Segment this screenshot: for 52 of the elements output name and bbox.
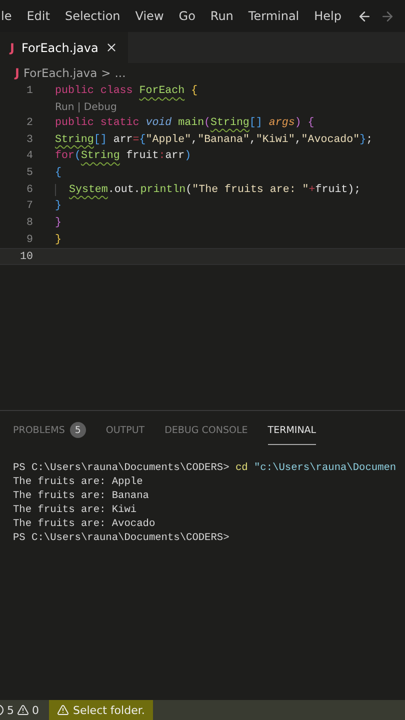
code-line: } [55, 217, 62, 230]
terminal-line: The fruits are: Avocado [13, 517, 156, 531]
line-number: 2 [26, 117, 33, 130]
count-badge: 5 [70, 422, 86, 438]
warning-icon [57, 704, 69, 716]
line-number: 6 [26, 184, 33, 196]
code-line: } [55, 200, 62, 212]
breadcrumb-separator: > [101, 66, 111, 80]
terminal-line: The fruits are: Apple [13, 475, 144, 489]
line-number: 9 [26, 234, 33, 246]
error-count[interactable]: 5 [7, 704, 14, 716]
menu-item[interactable]: le [1, 9, 12, 23]
terminal-line: The fruits are: Kiwi [13, 503, 138, 517]
java-file-icon: J [10, 40, 14, 54]
code-line: public class ForEach { [55, 85, 198, 98]
code-line: } [55, 234, 62, 246]
menu-item[interactable]: View [135, 9, 164, 23]
line-number: 7 [26, 200, 33, 212]
line-number: 8 [26, 217, 33, 230]
panel-tab[interactable]: DEBUG CONSOLE [164, 422, 248, 445]
menu-item[interactable]: Go [178, 9, 196, 23]
terminal-line: PS C:\Users\rauna\Documents\CODERS> cd "c:\Users\rauna\Documen [13, 461, 398, 475]
code-line: String[] arr={"Apple","Banana","Kiwi","Avocado"}; [55, 134, 373, 146]
select-folder-notice[interactable]: Select folder. [49, 700, 153, 720]
terminal-line: The fruits are: Banana [13, 489, 150, 503]
code-line: { [55, 167, 62, 180]
line-number: 3 [26, 134, 33, 146]
breadcrumb-file[interactable]: ForEach.java [23, 66, 98, 80]
menu-item[interactable]: Run [210, 9, 234, 23]
editor-tab[interactable]: J ForEach.java [0, 32, 128, 63]
warning-icon[interactable] [17, 704, 29, 716]
code-line: for(String fruit:arr) [55, 150, 192, 162]
menu-item[interactable]: Terminal [248, 9, 300, 23]
codelens-link[interactable]: Run | Debug [55, 102, 117, 113]
panel-tab[interactable]: TERMINAL [268, 422, 316, 445]
line-number: 5 [26, 167, 33, 180]
panel-tab[interactable]: PROBLEMS 5 [13, 422, 86, 445]
warning-count[interactable]: 0 [32, 704, 39, 716]
terminal-line: PS C:\Users\rauna\Documents\CODERS> [13, 531, 230, 545]
java-file-icon: J [15, 66, 20, 80]
panel-tab[interactable]: OUTPUT [106, 422, 145, 445]
menu-item[interactable]: Selection [64, 9, 120, 23]
code-line: System.out.println("The fruits are: "+fruit); [55, 184, 361, 196]
line-number: 10 [19, 250, 33, 263]
menu-item[interactable]: Edit [26, 9, 50, 23]
line-number: 1 [26, 85, 33, 98]
menu-item[interactable]: Help [314, 9, 342, 23]
line-number: 4 [26, 150, 33, 162]
forward-arrow-icon[interactable] [380, 8, 394, 24]
breadcrumb-more[interactable]: ... [114, 66, 126, 80]
close-icon[interactable] [105, 41, 118, 54]
code-line: public static void main(String[] args) { [55, 117, 314, 130]
